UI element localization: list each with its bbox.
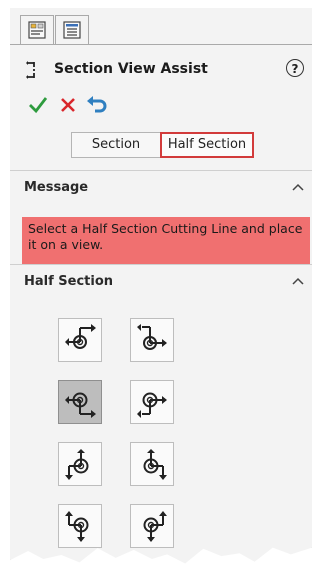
undo-arrow-icon <box>87 96 107 113</box>
panel-title: Section View Assist <box>54 61 208 77</box>
half-section-option[interactable] <box>58 504 102 548</box>
half-section-option[interactable] <box>130 442 174 486</box>
half-section-left-down-icon <box>65 449 89 480</box>
half-section-bottom-right-icon <box>65 392 96 418</box>
half-section-top-left-icon <box>137 324 167 350</box>
half-section-mode-button[interactable]: Half Section <box>160 132 254 158</box>
tabs-divider <box>10 44 312 45</box>
feature-tree-icon <box>63 21 81 39</box>
tab-feature-tree[interactable] <box>55 15 89 45</box>
message-box: Select a Half Section Cutting Line and p… <box>22 217 310 265</box>
half-section-option[interactable] <box>58 380 102 424</box>
half-section-option[interactable] <box>58 318 102 362</box>
cancel-button[interactable] <box>58 95 80 117</box>
half-section-title: Half Section <box>24 274 114 289</box>
half-section-top-right-icon <box>65 324 96 349</box>
half-section-left-up-icon <box>65 511 89 542</box>
half-section-right-down-icon <box>143 449 167 480</box>
cancel-x-icon <box>61 98 75 112</box>
message-section-title: Message <box>24 180 89 195</box>
section-divider <box>10 264 312 265</box>
message-section-header[interactable]: Message <box>24 180 304 200</box>
half-section-option[interactable] <box>130 504 174 548</box>
half-section-option[interactable] <box>58 442 102 486</box>
half-section-right-up-icon <box>143 511 167 542</box>
tab-property-manager[interactable] <box>20 15 54 45</box>
undo-button[interactable] <box>86 95 108 117</box>
chevron-up-icon[interactable] <box>292 182 304 192</box>
section-divider <box>10 170 312 171</box>
half-section-header[interactable]: Half Section <box>24 274 304 294</box>
half-section-option[interactable] <box>130 318 174 362</box>
section-view-icon <box>26 61 35 79</box>
section-mode-button[interactable]: Section <box>71 132 160 158</box>
help-icon[interactable]: ? <box>286 59 304 77</box>
chevron-up-icon[interactable] <box>292 276 304 286</box>
half-section-option[interactable] <box>130 380 174 424</box>
ok-button[interactable] <box>28 95 50 117</box>
panel-header: Section View Assist ? <box>22 58 308 82</box>
section-mode-toggle: Section Half Section <box>71 132 254 158</box>
ok-checkmark-icon <box>29 97 48 114</box>
property-manager-panel: Section View Assist ? Section Half Secti… <box>10 8 312 564</box>
property-manager-icon <box>28 21 46 39</box>
half-section-bottom-left-icon <box>137 392 167 418</box>
